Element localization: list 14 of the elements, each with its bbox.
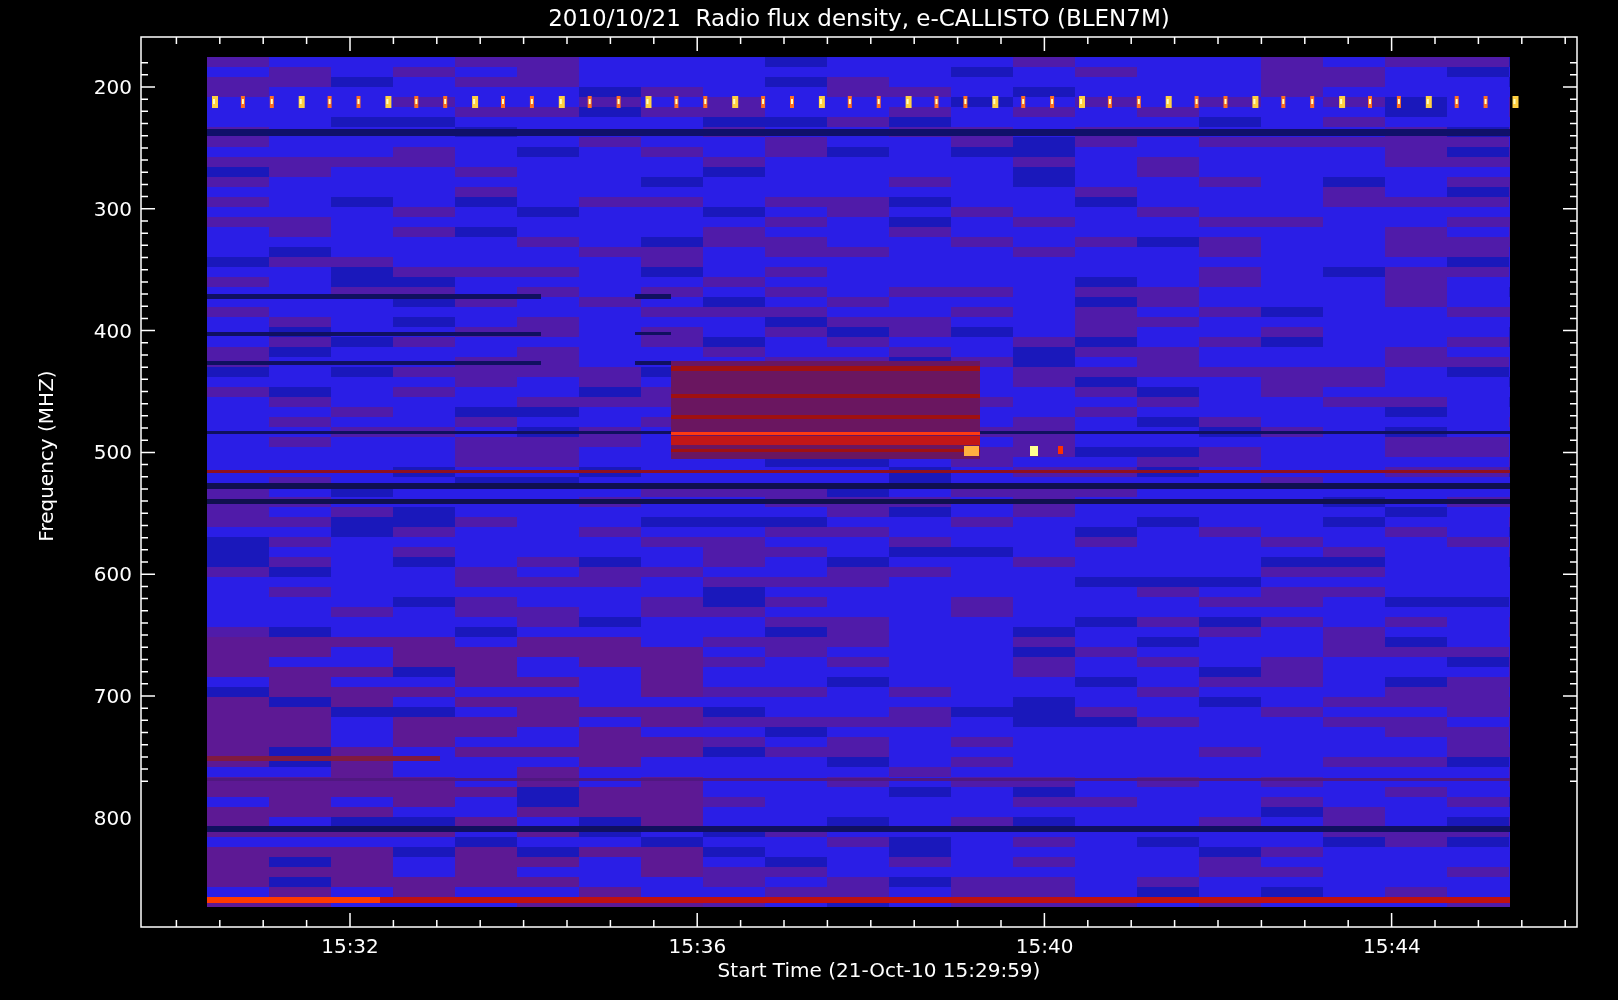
y-tick-label: 200 <box>93 75 132 99</box>
y-tick-label: 400 <box>93 318 132 343</box>
chart-title: 2010/10/21 Radio flux density, e-CALLISTO (BLEN7M) <box>547 4 1171 33</box>
y-tick-label: 500 <box>93 440 132 465</box>
y-tick-label: 700 <box>93 684 132 708</box>
y-tick-label: 300 <box>93 196 132 221</box>
x-tick-label: 15:32 <box>321 934 379 958</box>
y-tick-label: 800 <box>93 805 132 830</box>
x-tick-label: 15:40 <box>1015 934 1074 958</box>
y-tick-label: 600 <box>93 562 132 587</box>
x-axis-label: Start Time (21-Oct-10 15:29:59) <box>716 958 1042 982</box>
x-tick-label: 15:44 <box>1363 934 1421 958</box>
y-axis-label: Frequency (MHZ) <box>34 370 58 542</box>
x-tick-label: 15:36 <box>668 934 727 958</box>
